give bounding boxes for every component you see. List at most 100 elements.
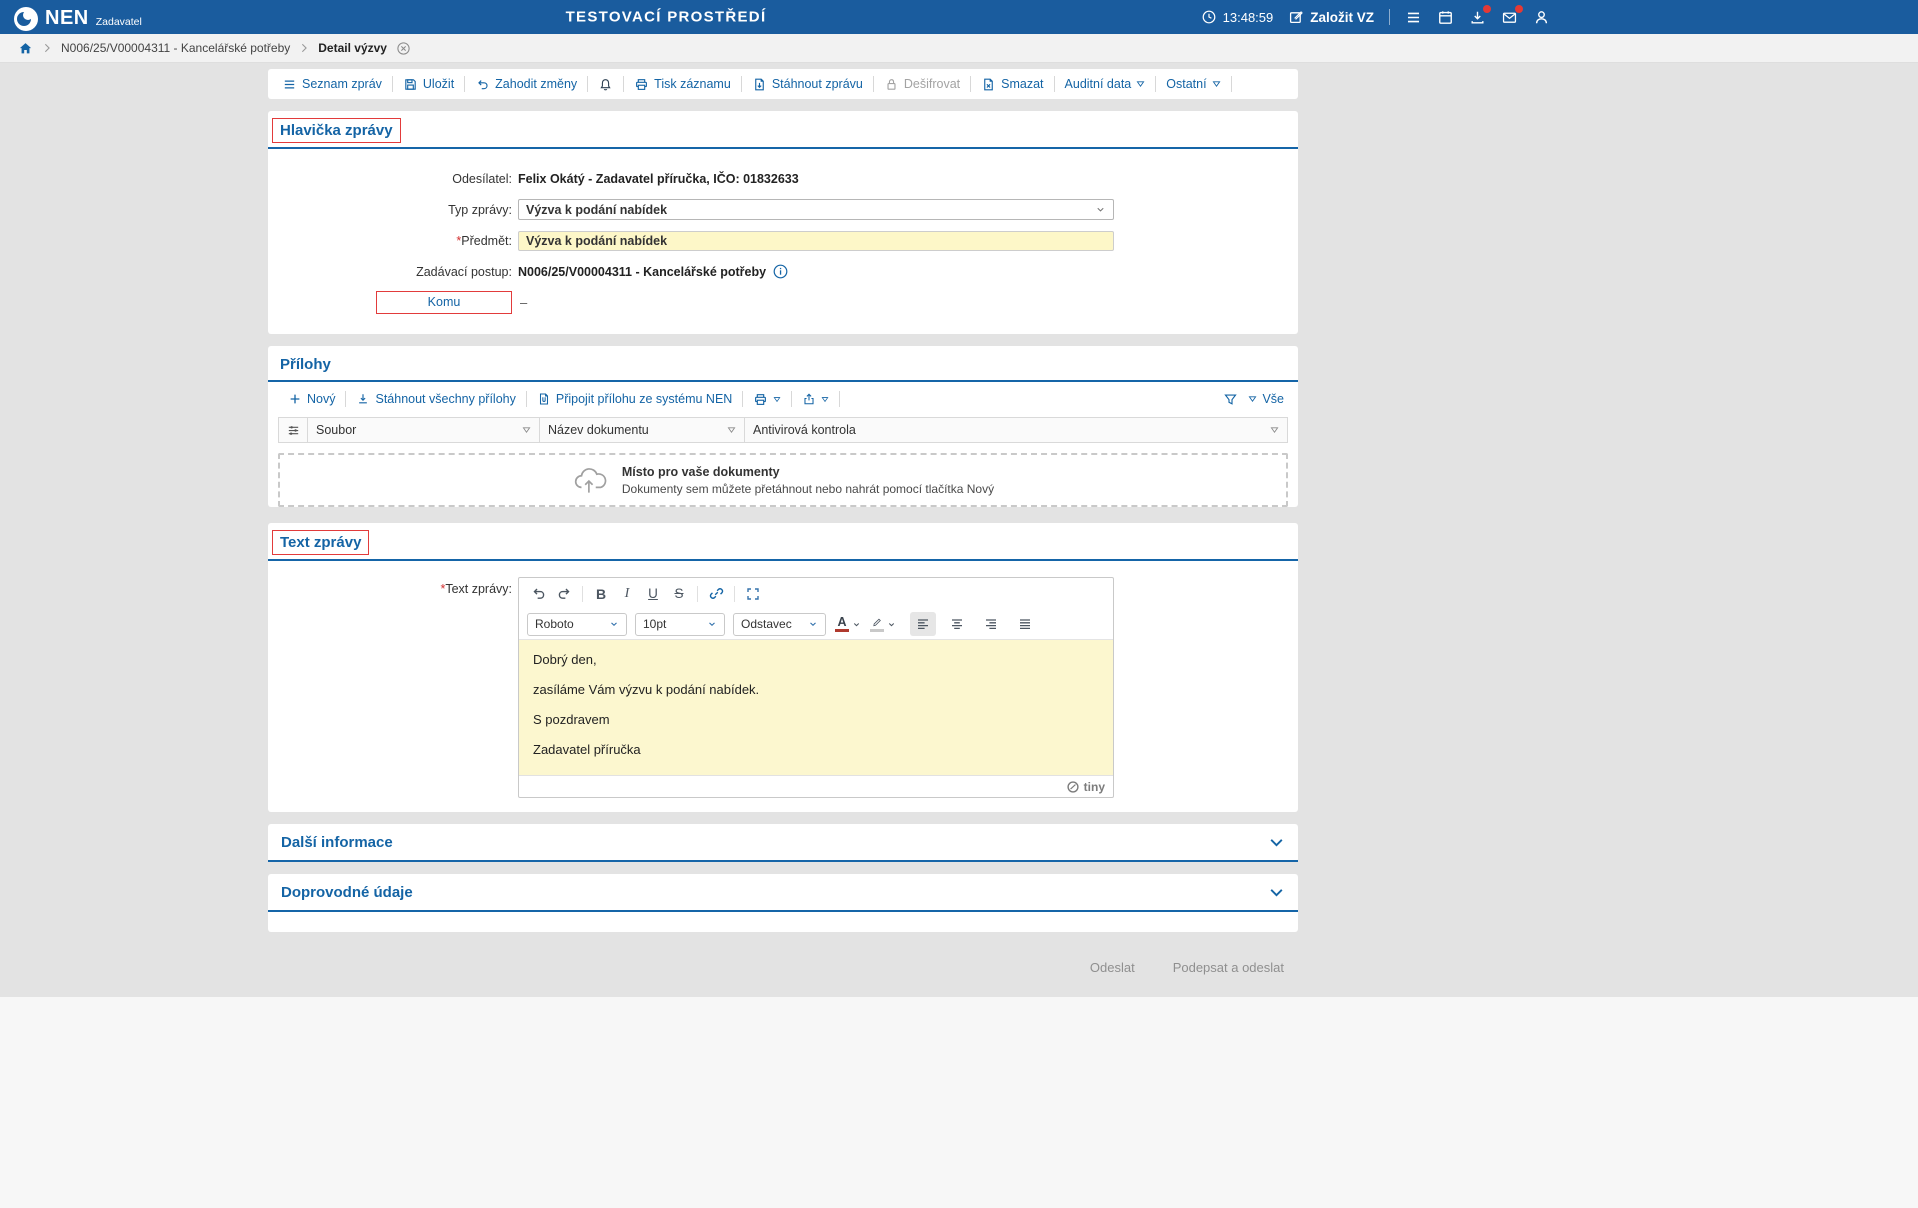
align-right-button[interactable]: [978, 612, 1004, 636]
printer-icon: [634, 77, 649, 92]
footer-actions: Odeslat Podepsat a odeslat: [268, 944, 1298, 975]
server-time: 13:48:59: [1201, 9, 1274, 25]
font-size-select[interactable]: 10pt: [635, 613, 725, 636]
desifrovat-button[interactable]: Dešifrovat: [874, 76, 971, 92]
editor-content-area[interactable]: Dobrý den, zasíláme Vám výzvu k podání n…: [519, 640, 1113, 775]
dalsi-informace-toggle[interactable]: Další informace: [268, 824, 1298, 860]
filter-vse-dropdown[interactable]: Vše: [1248, 392, 1284, 406]
section-footer-space: [268, 912, 1298, 932]
validation-highlight-box: Hlavička zprávy: [272, 118, 401, 143]
filter-triangle-icon[interactable]: [522, 426, 531, 434]
pripojit-prilohu-button[interactable]: Připojit přílohu ze systému NEN: [527, 391, 743, 407]
nen-logo[interactable]: NEN Zadavatel: [14, 7, 142, 28]
chevron-right-icon: [299, 42, 309, 54]
triangle-down-icon: [773, 396, 781, 403]
attachments-dropzone[interactable]: Místo pro vaše dokumenty Dokumenty sem m…: [278, 453, 1288, 507]
row-odesilatel: Odesílatel: Felix Okátý - Zadavatel přír…: [268, 163, 1298, 194]
notification-bell-button[interactable]: [588, 76, 624, 92]
text-zpravy-label: *Text zprávy:: [268, 577, 512, 798]
calendar-icon[interactable]: [1437, 9, 1454, 26]
redo-button[interactable]: [551, 582, 577, 606]
editor-toolbar-row2: Roboto 10pt Odstavec A: [519, 609, 1113, 640]
toolbar-separator: [697, 586, 698, 602]
info-icon[interactable]: [773, 264, 788, 279]
undo-button[interactable]: [525, 582, 551, 606]
cloud-upload-icon: [572, 466, 610, 494]
brand-text: NEN: [45, 9, 89, 28]
user-icon[interactable]: [1533, 9, 1550, 26]
document-delete-icon: [981, 77, 996, 92]
close-tab-icon[interactable]: [396, 41, 411, 56]
topbar-separator: [1389, 9, 1390, 25]
text-color-button[interactable]: A: [834, 616, 861, 632]
dropzone-title: Místo pro vaše dokumenty: [622, 465, 994, 479]
zadavaci-postup-value: N006/25/V00004311 - Kancelářské potřeby: [518, 265, 766, 279]
messages-icon[interactable]: [1501, 9, 1518, 26]
predmet-label: *Předmět:: [268, 234, 512, 248]
smazat-button[interactable]: Smazat: [971, 76, 1054, 92]
column-settings-button[interactable]: [278, 417, 308, 443]
topbar: NEN Zadavatel TESTOVACÍ PROSTŘEDÍ 13:48:…: [0, 0, 1918, 34]
insert-link-button[interactable]: [703, 582, 729, 606]
print-attachments-dropdown[interactable]: [743, 391, 792, 407]
tisk-zaznamu-button[interactable]: Tisk záznamu: [624, 76, 742, 92]
stahnout-zpravu-button[interactable]: Stáhnout zprávu: [742, 76, 874, 92]
underline-button[interactable]: U: [640, 582, 666, 606]
ostatni-dropdown[interactable]: Ostatní: [1156, 76, 1231, 92]
validation-highlight-box: Text zprávy: [272, 530, 369, 555]
column-header-antivirova-kontrola[interactable]: Antivirová kontrola: [744, 417, 1288, 443]
environment-title: TESTOVACÍ PROSTŘEDÍ: [566, 9, 767, 26]
export-attachments-dropdown[interactable]: [792, 391, 840, 407]
komu-button[interactable]: Komu: [376, 291, 512, 314]
column-header-nazev-dokumentu[interactable]: Název dokumentu: [539, 417, 745, 443]
rich-text-editor: B I U S Roboto: [518, 577, 1114, 798]
chevron-down-icon[interactable]: [1268, 884, 1285, 901]
bold-button[interactable]: B: [588, 582, 614, 606]
section-prilohy: Přílohy Nový Stáhnout všechny přílohy Př…: [268, 346, 1298, 507]
filter-triangle-icon[interactable]: [1270, 426, 1279, 434]
filter-funnel-icon[interactable]: [1223, 392, 1238, 407]
italic-button[interactable]: I: [614, 582, 640, 606]
chevron-down-icon[interactable]: [1268, 834, 1285, 851]
novy-button[interactable]: Nový: [278, 391, 346, 407]
toolbar-separator: [734, 586, 735, 602]
downloads-icon[interactable]: [1469, 9, 1486, 26]
text-color-swatch: [835, 629, 849, 632]
breadcrumb-procedure[interactable]: N006/25/V00004311 - Kancelářské potřeby: [61, 41, 290, 55]
block-format-select[interactable]: Odstavec: [733, 613, 826, 636]
home-icon[interactable]: [18, 41, 33, 56]
align-left-button[interactable]: [910, 612, 936, 636]
doprovodne-udaje-toggle[interactable]: Doprovodné údaje: [268, 874, 1298, 910]
seznam-zprav-button[interactable]: Seznam zpráv: [272, 76, 393, 92]
section-header: Hlavička zprávy: [268, 111, 1298, 149]
zalozit-vz-button[interactable]: Založit VZ: [1288, 9, 1374, 25]
triangle-down-icon: [821, 396, 829, 403]
editor-paragraph: Dobrý den,: [533, 653, 1099, 666]
auditni-data-dropdown[interactable]: Auditní data: [1055, 76, 1157, 92]
chevron-down-icon: [852, 620, 861, 629]
filter-triangle-icon[interactable]: [727, 426, 736, 434]
column-header-soubor[interactable]: Soubor: [307, 417, 540, 443]
section-header: Text zprávy: [268, 523, 1298, 561]
podepsat-a-odeslat-button[interactable]: Podepsat a odeslat: [1173, 960, 1284, 975]
zadavaci-postup-label: Zadávací postup:: [268, 265, 512, 279]
share-icon: [802, 392, 816, 406]
fullscreen-button[interactable]: [740, 582, 766, 606]
odeslat-button[interactable]: Odeslat: [1090, 960, 1135, 975]
strikethrough-button[interactable]: S: [666, 582, 692, 606]
align-justify-button[interactable]: [1012, 612, 1038, 636]
align-center-button[interactable]: [944, 612, 970, 636]
stahnout-vsechny-prilohy-button[interactable]: Stáhnout všechny přílohy: [346, 391, 526, 407]
ulozit-button[interactable]: Uložit: [393, 76, 465, 92]
highlight-color-button[interactable]: [869, 616, 896, 632]
current-time: 13:48:59: [1223, 10, 1274, 25]
typ-zpravy-select[interactable]: Výzva k podání nabídek: [518, 199, 1114, 220]
font-family-select[interactable]: Roboto: [527, 613, 627, 636]
zahodit-zmeny-button[interactable]: Zahodit změny: [465, 76, 588, 92]
dropzone-subtitle: Dokumenty sem můžete přetáhnout nebo nah…: [622, 482, 994, 496]
printer-icon: [753, 392, 768, 407]
tiny-brand[interactable]: tiny: [1084, 780, 1105, 794]
menu-icon[interactable]: [1405, 9, 1422, 26]
odesilatel-value: Felix Okátý - Zadavatel příručka, IČO: 0…: [518, 172, 799, 186]
predmet-input[interactable]: Výzva k podání nabídek: [518, 231, 1114, 251]
